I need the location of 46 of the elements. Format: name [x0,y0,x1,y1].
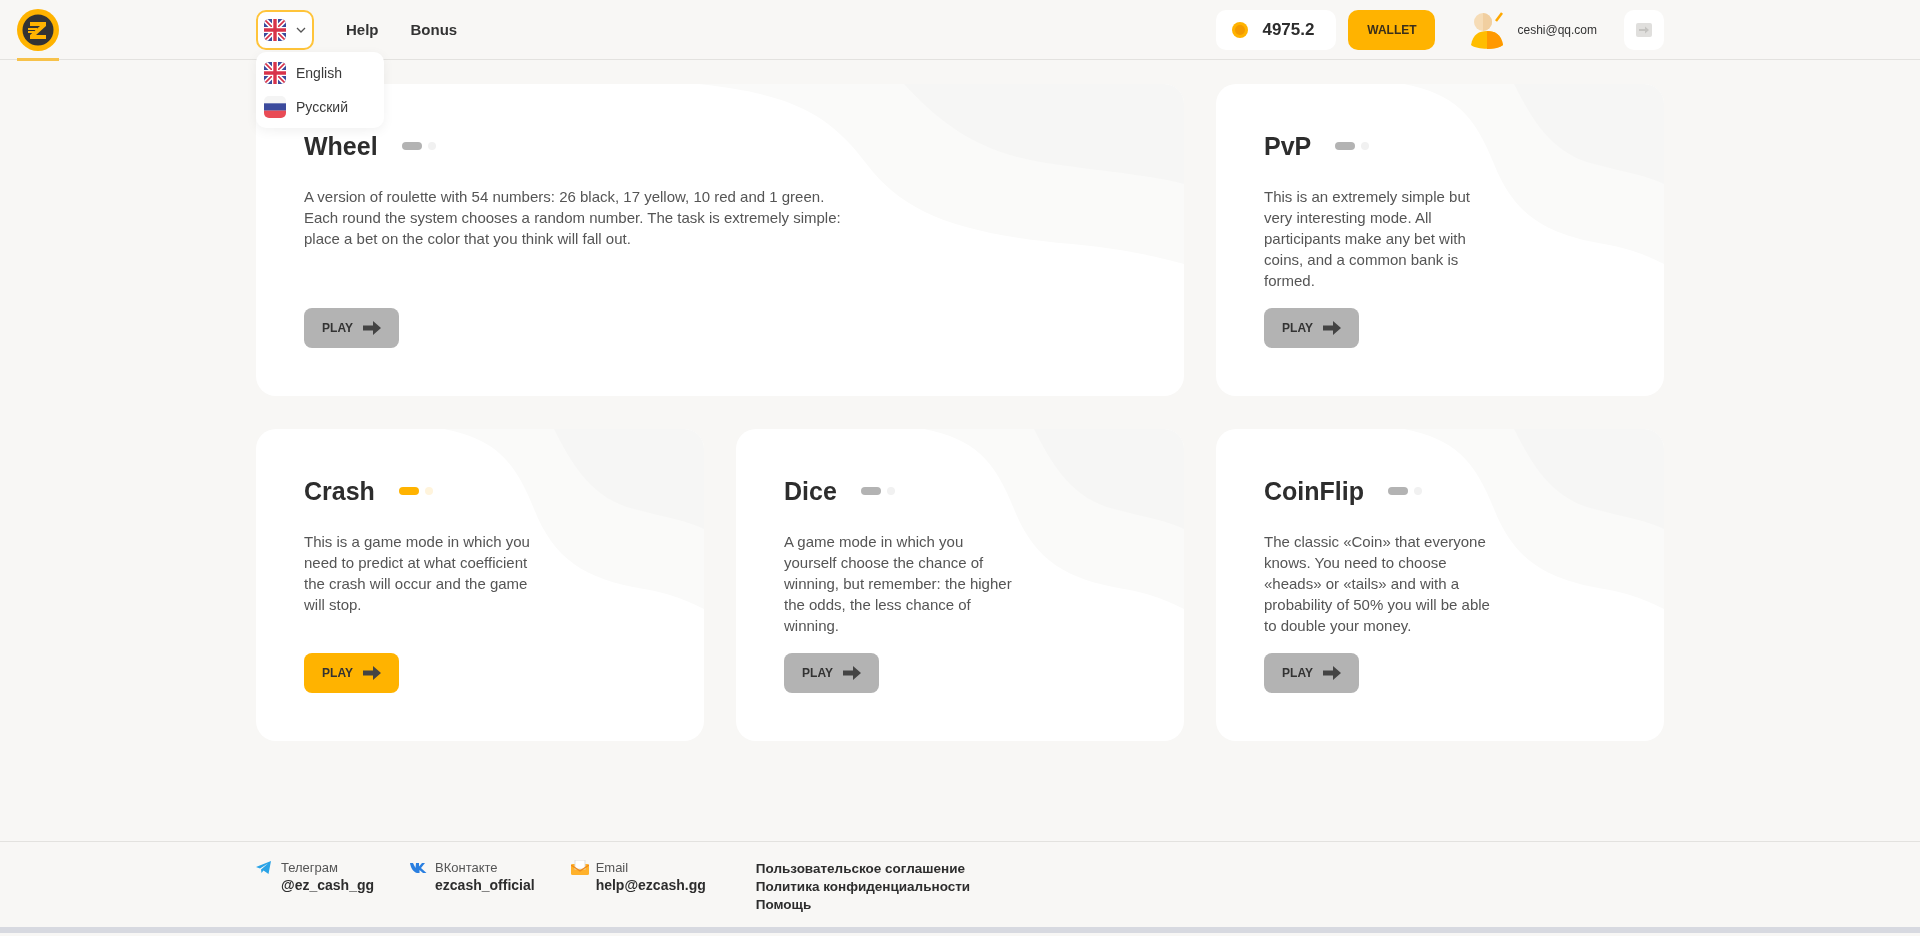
contact-link[interactable]: ezcash_official [435,877,535,893]
logo-icon[interactable] [17,8,59,51]
arrow-right-icon [842,666,861,680]
language-option[interactable]: English [256,56,384,90]
game-title: PvP [1264,131,1312,161]
footer-link[interactable]: Пользовательское соглашение [755,860,971,878]
user-email[interactable]: ceshi@qq.com [1517,22,1597,37]
game-description: A version of roulette with 54 numbers: 26 black, 17 yellow, 10 red and 1 green. Each round the system chooses a random number. The task is extremely simple: place a bet on the color that you think will fall out. [304,187,842,249]
contact-label: Email [595,860,630,875]
game-description: This is a game mode in which you need to predict at what coefficient the crash will occur and the game will stop. [304,532,531,615]
contact-label: Телеграм [281,860,339,875]
arrow-right-icon [1322,321,1341,335]
game-description: The classic «Coin» that everyone knows. You need to choose «heads» or «tails» and with a probability of 50% you will be able to double your money. [1264,532,1491,636]
envelope-icon [570,860,589,875]
game-description: A game mode in which you yourself choose the chance of winning, but remember: the higher the odds, the less chance of winning. [784,532,1013,636]
coin-icon [1232,21,1249,38]
contact-link[interactable]: @ez_cash_gg [281,877,375,893]
arrow-right-icon [362,321,381,335]
paper-plane-icon [256,860,272,875]
arrow-right-icon [1322,666,1341,680]
nav-link[interactable]: Help [346,21,379,38]
contact-label: ВКонтакте [435,860,499,875]
language-option[interactable]: Русский [256,90,384,124]
uk-flag-icon [264,18,286,41]
play-button[interactable]: PLAY [784,653,879,693]
contact-link[interactable]: help@ezcash.gg [595,877,706,893]
footer-link[interactable]: Политика конфиденциальности [755,878,971,896]
arrow-right-icon [362,666,381,680]
game-title: Wheel [304,131,378,161]
play-button[interactable]: PLAY [1264,308,1359,348]
game-description: This is an extremely simple but very interesting mode. All participants make any bet with coins, and a common bank is formed. [1264,187,1471,291]
language-dropdown[interactable] [256,9,314,50]
vk-icon [410,862,428,873]
game-title: Crash [304,476,375,506]
chevron-down-icon [296,26,306,33]
footer-link[interactable]: Помощь [755,896,971,914]
balance-amount: 4975.2 [1262,19,1315,40]
game-title: Dice [784,476,837,506]
wallet-button[interactable]: WALLET [1348,9,1436,50]
play-button[interactable]: PLAY [1264,653,1359,693]
uk-flag-icon [264,62,286,84]
nav-link[interactable]: Bonus [410,21,458,38]
game-title: CoinFlip [1264,476,1364,506]
russia-flag-icon [264,96,286,118]
play-button[interactable]: PLAY [304,653,399,693]
play-button[interactable]: PLAY [304,308,399,348]
